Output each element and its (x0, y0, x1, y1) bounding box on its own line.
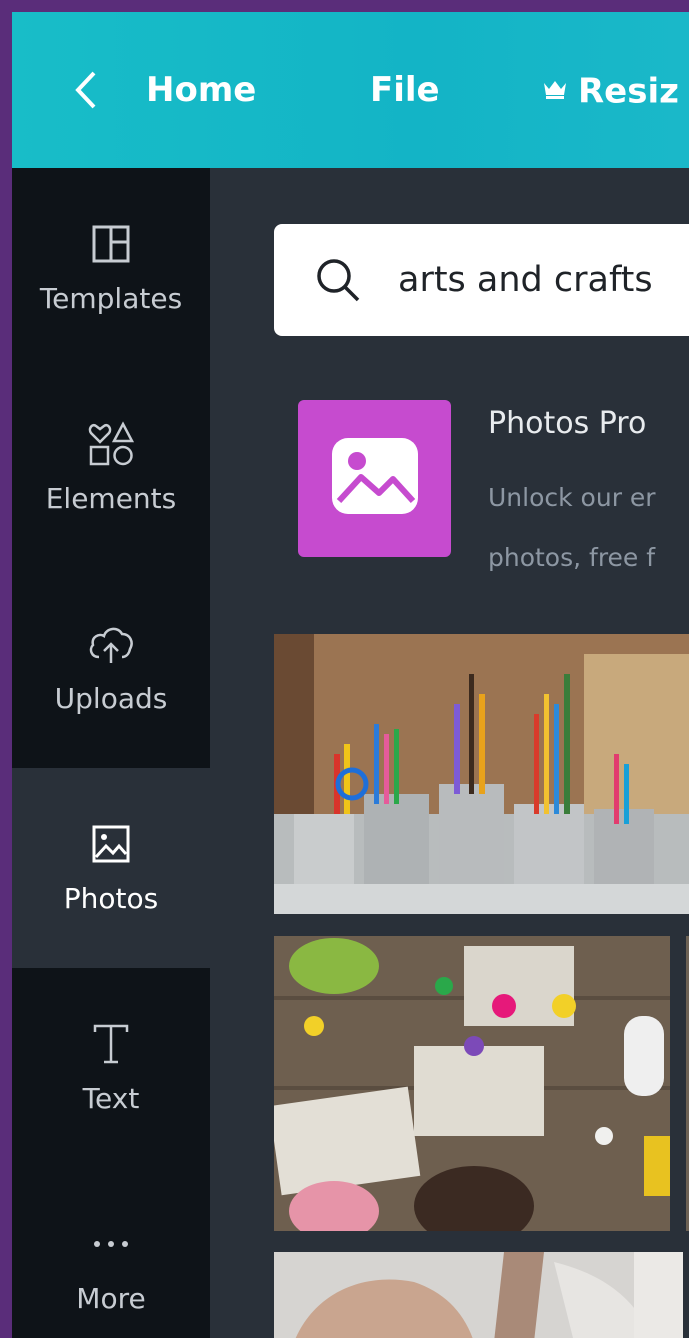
text-icon (12, 1016, 210, 1072)
image-icon (329, 435, 421, 522)
editor-window: Home File Resiz Templates Elements Uploa… (12, 12, 689, 1338)
shapes-icon (12, 416, 210, 472)
crown-icon (542, 12, 568, 167)
promo-desc-line: Unlock our er (488, 483, 656, 512)
art-supplies-photo[interactable] (274, 634, 689, 914)
sidebar-item-label: Uploads (54, 682, 168, 715)
sidebar-item-elements[interactable]: Elements (12, 368, 210, 568)
sidebar-item-photos[interactable]: Photos (12, 768, 210, 968)
home-button[interactable]: Home (146, 12, 256, 168)
search-icon (314, 256, 362, 309)
search-input[interactable]: arts and crafts (274, 224, 689, 336)
promo-desc-line: photos, free f (488, 543, 656, 572)
search-value: arts and crafts (398, 260, 653, 300)
sidebar-item-label: More (76, 1282, 146, 1315)
promo-title: Photos Pro (488, 406, 647, 441)
file-menu-button[interactable]: File (370, 12, 440, 168)
photos-pro-tile[interactable] (298, 400, 451, 557)
promo-description: Unlock our er photos, free f (488, 468, 656, 588)
sidebar-item-label: Elements (45, 482, 177, 515)
sidebar: Templates Elements Uploads Photos Text M… (12, 168, 210, 1338)
top-bar: Home File Resiz (12, 12, 689, 168)
sidebar-item-uploads[interactable]: Uploads (12, 568, 210, 768)
chevron-left-icon[interactable] (70, 12, 100, 168)
resize-button[interactable]: Resiz (542, 12, 679, 168)
sidebar-item-templates[interactable]: Templates (12, 168, 210, 368)
sidebar-item-label: Photos (63, 882, 159, 915)
sidebar-item-label: Templates (39, 282, 183, 315)
templates-icon (12, 216, 210, 272)
photos-panel: arts and crafts Photos Pro Unlock our er… (210, 168, 689, 1338)
resize-label: Resiz (578, 71, 679, 112)
sidebar-item-more[interactable]: More (12, 1168, 210, 1338)
cloud-upload-icon (12, 616, 210, 672)
hands-clay-photo[interactable] (274, 1252, 683, 1338)
sidebar-item-text[interactable]: Text (12, 968, 210, 1168)
more-icon (12, 1216, 210, 1272)
image-icon (12, 816, 210, 872)
sidebar-item-label: Text (82, 1082, 140, 1115)
children-painting-photo[interactable] (274, 936, 670, 1231)
